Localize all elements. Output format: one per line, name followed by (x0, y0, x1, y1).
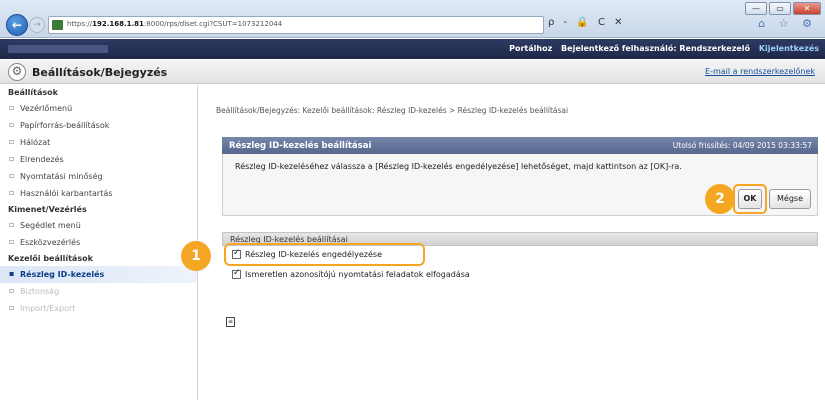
sidebar-heading: Kezelői beállítások (8, 254, 93, 263)
last-update: Utolsó frissítés: 04/09 2015 03:33:57 (672, 141, 812, 150)
step-1-badge: 1 (181, 241, 211, 271)
sidebar: Beállítások Vezérlőmenü Papírforrás-beál… (0, 85, 198, 400)
sidebar-heading: Kimenet/Vezérlés (8, 205, 87, 214)
address-bar[interactable]: https://192.168.1.81:8000/rps/dlset.cgi?… (48, 16, 544, 34)
sidebar-item-department-id[interactable]: Részleg ID-kezelés (0, 266, 197, 283)
ok-button[interactable]: OK (738, 189, 762, 209)
settings-gear-icon: ⚙ (8, 63, 26, 81)
logout-link[interactable]: Kijelentkezés (759, 44, 819, 53)
breadcrumb: Beállítások/Bejegyzés: Kezelői beállítás… (216, 106, 569, 115)
accept-unknown-id-checkbox[interactable] (232, 268, 241, 279)
address-tools[interactable]: ρ - 🔒 C ✕ (548, 17, 625, 28)
maximize-button[interactable]: ▭ (769, 2, 791, 15)
sidebar-item-import-export[interactable]: Import/Export (0, 300, 197, 317)
panel-title: Részleg ID-kezelés beállításai (229, 141, 372, 151)
sidebar-item-layout[interactable]: Elrendezés (0, 151, 197, 168)
sidebar-item-print-quality[interactable]: Nyomtatási minőség (0, 168, 197, 185)
address-url: https://192.168.1.81:8000/rps/dlset.cgi?… (67, 20, 283, 28)
sidebar-item-control-menu[interactable]: Vezérlőmenü (0, 100, 197, 117)
logged-user: Bejelentkező felhasználó: Rendszerkezelő (561, 44, 751, 53)
sidebar-heading: Beállítások (8, 88, 58, 97)
accept-unknown-id-label: Ismeretlen azonosítójú nyomtatási felada… (245, 270, 470, 279)
accept-unknown-id-row[interactable]: Ismeretlen azonosítójú nyomtatási felada… (232, 268, 470, 279)
forward-arrow-icon[interactable]: → (29, 17, 45, 33)
page-title: Beállítások/Bejegyzés (32, 66, 168, 79)
site-header: Portálhoz Bejelentkező felhasználó: Rend… (0, 39, 825, 59)
sidebar-item-security[interactable]: Biztonság (0, 283, 197, 300)
header-links: Portálhoz Bejelentkező felhasználó: Rend… (503, 44, 819, 53)
site-icon (52, 20, 63, 30)
cancel-button[interactable]: Mégse (769, 189, 811, 209)
document-icon[interactable]: ≡ (226, 317, 235, 327)
step-2-badge: 2 (705, 184, 735, 214)
enable-department-id-row[interactable]: Részleg ID-kezelés engedélyezése (232, 248, 382, 259)
sidebar-item-device-control[interactable]: Eszközvezérlés (0, 234, 197, 251)
page-titlebar: ⚙ Beállítások/Bejegyzés E-mail a rendsze… (0, 60, 825, 84)
minimize-button[interactable]: — (745, 2, 767, 15)
window-controls: — ▭ ✕ (745, 2, 821, 15)
portal-link[interactable]: Portálhoz (509, 44, 552, 53)
sidebar-fade (0, 370, 197, 400)
panel-header: Részleg ID-kezelés beállításai Utolsó fr… (222, 137, 818, 154)
sidebar-item-network[interactable]: Hálózat (0, 134, 197, 151)
toolbar-icons[interactable]: ⌂ ☆ ⚙ (758, 17, 817, 30)
enable-department-id-label: Részleg ID-kezelés engedélyezése (245, 250, 382, 259)
sidebar-item-maintenance[interactable]: Használói karbantartás (0, 185, 197, 202)
browser-chrome: — ▭ ✕ ← → https://192.168.1.81:8000/rps/… (0, 0, 825, 38)
enable-department-id-checkbox[interactable] (232, 248, 241, 259)
back-arrow-icon[interactable]: ← (6, 14, 28, 36)
instruction-text: Részleg ID-kezeléséhez válassza a [Részl… (235, 162, 682, 171)
sidebar-item-paper-source[interactable]: Papírforrás-beállítások (0, 117, 197, 134)
close-window-button[interactable]: ✕ (793, 2, 821, 15)
device-logo (8, 45, 108, 53)
sidebar-item-utility-menu[interactable]: Segédlet menü (0, 217, 197, 234)
mail-admin-link[interactable]: E-mail a rendszerkezelőnek (705, 67, 815, 76)
